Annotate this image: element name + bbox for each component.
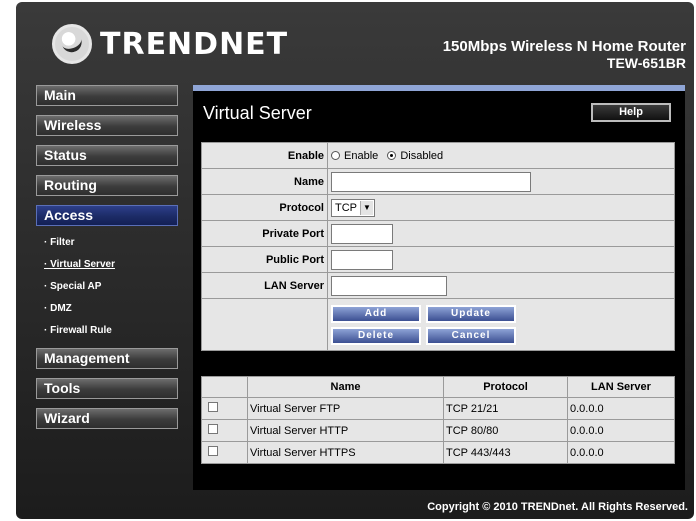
access-submenu: · Filter · Virtual Server · Special AP ·… xyxy=(36,226,178,348)
protocol-value: TCP xyxy=(335,201,357,214)
disabled-radio[interactable] xyxy=(387,151,397,161)
table-row[interactable]: Virtual Server HTTPS TCP 443/443 0.0.0.0 xyxy=(201,441,675,464)
sidebar-item-wireless[interactable]: Wireless xyxy=(36,115,178,136)
sidebar-item-routing[interactable]: Routing xyxy=(36,175,178,196)
add-button[interactable]: Add xyxy=(331,304,421,323)
row-checkbox[interactable] xyxy=(208,402,218,412)
row-checkbox[interactable] xyxy=(208,424,218,434)
row-lan-server: 0.0.0.0 xyxy=(567,397,675,420)
sidebar-item-management[interactable]: Management xyxy=(36,348,178,369)
lan-server-label: LAN Server xyxy=(201,272,328,299)
product-info: 150Mbps Wireless N Home Router TEW-651BR xyxy=(443,38,686,71)
page-title: Virtual Server xyxy=(203,103,312,123)
sidebar-item-main[interactable]: Main xyxy=(36,85,178,106)
enable-radio-label: Enable xyxy=(344,149,379,162)
public-port-input[interactable] xyxy=(331,249,393,270)
product-line: 150Mbps Wireless N Home Router xyxy=(442,38,686,55)
row-protocol: TCP 443/443 xyxy=(443,441,568,464)
update-button[interactable]: Update xyxy=(426,304,516,323)
sidebar-item-access[interactable]: Access xyxy=(36,205,178,226)
delete-button[interactable]: Delete xyxy=(331,326,421,345)
row-checkbox[interactable] xyxy=(208,446,218,456)
submenu-virtual-server[interactable]: · Virtual Server xyxy=(44,254,178,276)
trendnet-logo: TRENDNET xyxy=(52,24,288,64)
submenu-filter[interactable]: · Filter xyxy=(44,232,178,254)
column-header-select xyxy=(201,376,248,398)
row-name: Virtual Server FTP xyxy=(247,397,444,420)
row-lan-server: 0.0.0.0 xyxy=(567,441,675,464)
sidebar-nav: Main Wireless Status Routing Access · Fi… xyxy=(36,85,178,429)
logo-text: TRENDNET xyxy=(100,26,289,62)
row-name: Virtual Server HTTP xyxy=(247,419,444,442)
table-row[interactable]: Virtual Server FTP TCP 21/21 0.0.0.0 xyxy=(201,397,675,420)
column-header-lan-server: LAN Server xyxy=(567,376,675,398)
private-port-input[interactable] xyxy=(331,223,393,244)
sidebar-item-wizard[interactable]: Wizard xyxy=(36,408,178,429)
enable-label: Enable xyxy=(201,142,328,169)
public-port-label: Public Port xyxy=(201,246,328,273)
row-lan-server: 0.0.0.0 xyxy=(567,419,675,442)
sidebar-item-status[interactable]: Status xyxy=(36,145,178,166)
protocol-select[interactable]: TCP ▼ xyxy=(331,198,375,217)
row-protocol: TCP 80/80 xyxy=(443,419,568,442)
buttons-label-cell xyxy=(201,298,328,351)
table-row[interactable]: Virtual Server HTTP TCP 80/80 0.0.0.0 xyxy=(201,419,675,442)
chevron-down-icon: ▼ xyxy=(360,200,373,215)
copyright-text: Copyright © 2010 TRENDnet. All Rights Re… xyxy=(427,501,688,513)
sidebar-item-tools[interactable]: Tools xyxy=(36,378,178,399)
table-header-row: Name Protocol LAN Server xyxy=(201,376,675,398)
column-header-protocol: Protocol xyxy=(443,376,568,398)
row-protocol: TCP 21/21 xyxy=(443,397,568,420)
lan-server-input[interactable] xyxy=(331,275,447,296)
submenu-special-ap[interactable]: · Special AP xyxy=(44,276,178,298)
submenu-firewall-rule[interactable]: · Firewall Rule xyxy=(44,320,178,342)
private-port-label: Private Port xyxy=(201,220,328,247)
protocol-label: Protocol xyxy=(201,194,328,221)
model-number: TEW-651BR xyxy=(606,55,686,71)
name-label: Name xyxy=(201,168,328,195)
trendnet-logo-icon xyxy=(52,24,92,64)
row-name: Virtual Server HTTPS xyxy=(247,441,444,464)
help-button[interactable]: Help xyxy=(591,103,671,122)
column-header-name: Name xyxy=(247,376,444,398)
disabled-radio-label: Disabled xyxy=(400,149,444,162)
submenu-dmz[interactable]: · DMZ xyxy=(44,298,178,320)
enable-radio[interactable] xyxy=(331,151,340,161)
name-input[interactable] xyxy=(331,171,531,192)
content-panel: Virtual Server Help Enable Enable Disabl… xyxy=(193,85,685,490)
cancel-button[interactable]: Cancel xyxy=(426,326,516,345)
virtual-server-table: Name Protocol LAN Server Virtual Server … xyxy=(201,376,675,464)
virtual-server-form: Enable Enable Disabled Name Protocol TCP… xyxy=(201,142,675,351)
